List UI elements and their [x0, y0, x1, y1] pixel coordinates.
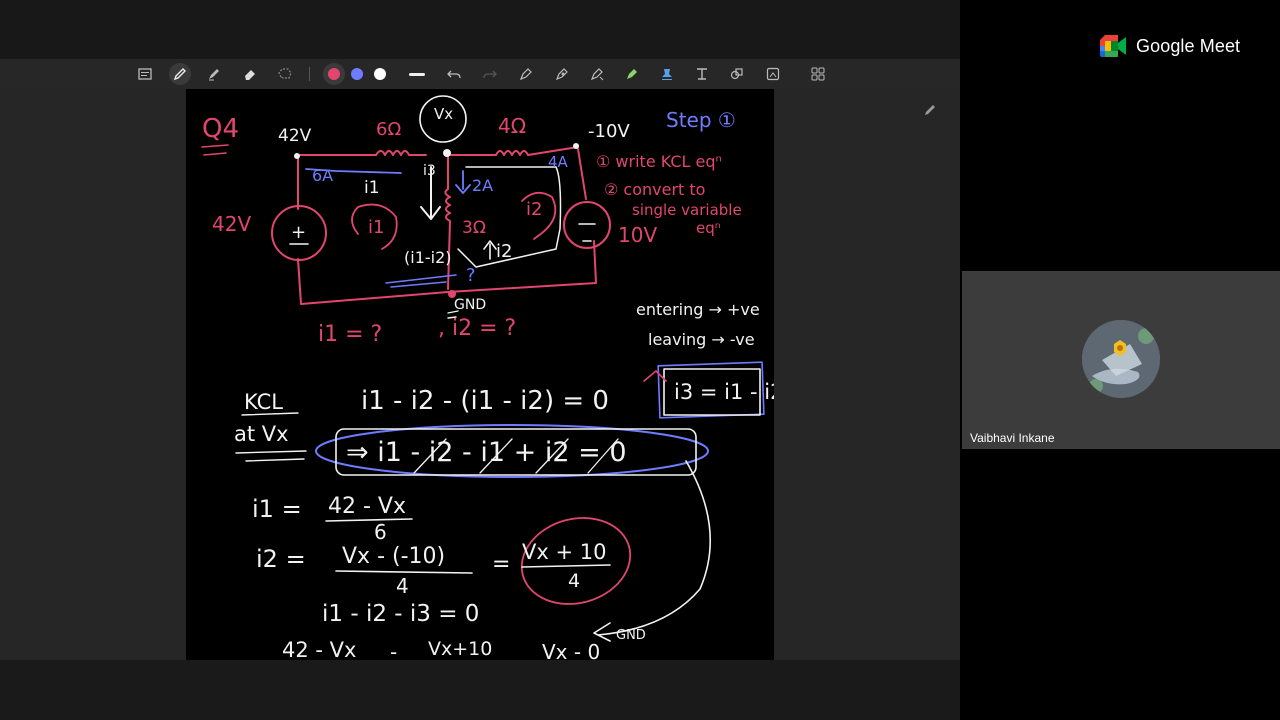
- current-i3-label: i3: [423, 163, 436, 179]
- pen-curve-icon[interactable]: [552, 64, 572, 84]
- current-i2-label: i2: [496, 241, 512, 262]
- question-title: Q4: [202, 114, 239, 144]
- lasso-icon[interactable]: [275, 64, 295, 84]
- pen-cursor-icon: [924, 103, 936, 121]
- image-icon[interactable]: [763, 64, 783, 84]
- mesh-i1-label: i1: [368, 217, 384, 238]
- presentation-bottom-bar: [0, 660, 960, 720]
- kcl-label: KCL: [244, 390, 283, 414]
- i2-alt-denominator: 4: [568, 570, 580, 592]
- i2-equals: i2 =: [256, 545, 306, 573]
- white-color-swatch[interactable]: [374, 68, 386, 80]
- color-swatch-selected[interactable]: [323, 63, 345, 85]
- step-2-text: ② convert to: [604, 180, 705, 199]
- resistor-6-ohm: 6Ω: [376, 119, 401, 140]
- notes-icon[interactable]: [135, 64, 155, 84]
- kcl-equation-2: ⇒ i1 - i2 - i1 + i2 = 0: [346, 437, 627, 468]
- text-icon[interactable]: [692, 64, 712, 84]
- i2-numerator: Vx - (-10): [342, 544, 445, 569]
- left-current-6a: 6A: [312, 166, 333, 185]
- step-2-text-b: single variable: [632, 201, 742, 219]
- plus-sign: +: [291, 222, 306, 243]
- shapes-icon[interactable]: [727, 64, 747, 84]
- step-2-text-c: eqⁿ: [696, 219, 721, 237]
- resistor-4-ohm: 4Ω: [498, 114, 526, 138]
- kcl-at-vx-label: at Vx: [234, 422, 289, 446]
- mesh-i2-label: i2: [526, 199, 542, 220]
- line-weight-icon[interactable]: [407, 64, 427, 84]
- final-term-b: Vx+10: [428, 638, 492, 660]
- step-title: Step ①: [666, 108, 736, 132]
- left-node-voltage: 42V: [278, 126, 312, 146]
- participant-avatar: [1082, 320, 1160, 398]
- i2-equals-2: =: [492, 552, 510, 577]
- i2-denominator: 4: [396, 574, 409, 598]
- leaving-rule: leaving → -ve: [648, 330, 755, 349]
- step-1-text: ① write KCL eqⁿ: [596, 152, 722, 171]
- right-node-voltage: -10V: [588, 121, 630, 142]
- middle-current-2a: 2A: [472, 176, 493, 195]
- i1-unknown: i1 = ?: [318, 322, 382, 347]
- final-minus: -: [390, 640, 397, 660]
- blue-color-swatch-slot[interactable]: [347, 64, 367, 84]
- google-meet-logo: Google Meet: [1100, 35, 1240, 57]
- white-color-swatch-slot[interactable]: [370, 64, 390, 84]
- node-voltage-label: Vx: [434, 105, 453, 123]
- pen-icon[interactable]: [169, 63, 191, 85]
- i2-alt-numerator: Vx + 10: [522, 540, 606, 564]
- kcl-equation-1: i1 - i2 - (i1 - i2) = 0: [361, 386, 609, 416]
- redo-icon[interactable]: [480, 64, 500, 84]
- pen-arrow-icon[interactable]: [587, 64, 607, 84]
- highlighter-icon[interactable]: [204, 64, 224, 84]
- undo-icon[interactable]: [444, 64, 464, 84]
- i1-denominator: 6: [374, 520, 387, 544]
- participant-tile[interactable]: Vaibhavi Inkane: [962, 271, 1280, 449]
- whiteboard-toolbar: [0, 59, 960, 89]
- right-source-label: 10V: [618, 223, 657, 247]
- app-name: Google Meet: [1136, 35, 1241, 56]
- handwritten-notes: + Q4 42V 42V 6Ω Vx 4Ω -10V 10V 6A 4A 2A …: [201, 95, 774, 660]
- stamp-icon[interactable]: [657, 64, 677, 84]
- resistor-3-ohm: 3Ω: [462, 218, 486, 238]
- question-mark: ?: [466, 265, 476, 286]
- i2-unknown: , i2 = ?: [438, 316, 516, 341]
- left-source-label: 42V: [212, 212, 251, 236]
- presentation-top-bar: [0, 0, 960, 59]
- middle-branch-current: (i1-i2): [404, 248, 452, 267]
- ground-label: GND: [454, 297, 486, 313]
- entering-rule: entering → +ve: [636, 300, 760, 319]
- more-grid-icon[interactable]: [808, 64, 828, 84]
- i1-numerator: 42 - Vx: [328, 494, 406, 519]
- meet-camera-icon: [1100, 35, 1126, 57]
- pink-color-swatch[interactable]: [328, 68, 340, 80]
- whiteboard-canvas[interactable]: + Q4 42V 42V 6Ω Vx 4Ω -10V 10V 6A 4A 2A …: [186, 89, 774, 660]
- current-i1-label: i1: [364, 178, 380, 198]
- participant-name: Vaibhavi Inkane: [970, 431, 1055, 445]
- i1-equals: i1 =: [252, 495, 302, 523]
- blue-color-swatch[interactable]: [351, 68, 363, 80]
- boxed-relation: i3 = i1 - i2: [674, 380, 774, 404]
- toolbar-separator: [309, 67, 310, 81]
- final-term-a: 42 - Vx: [282, 638, 356, 660]
- right-current-4a: 4A: [548, 153, 569, 171]
- eraser-icon[interactable]: [240, 64, 260, 84]
- kcl-equation-3: i1 - i2 - i3 = 0: [322, 601, 479, 627]
- pen-shape-icon[interactable]: [516, 64, 536, 84]
- marker-icon[interactable]: [622, 64, 642, 84]
- final-term-c: Vx - 0: [542, 640, 600, 660]
- gnd-label-2: GND: [616, 628, 646, 643]
